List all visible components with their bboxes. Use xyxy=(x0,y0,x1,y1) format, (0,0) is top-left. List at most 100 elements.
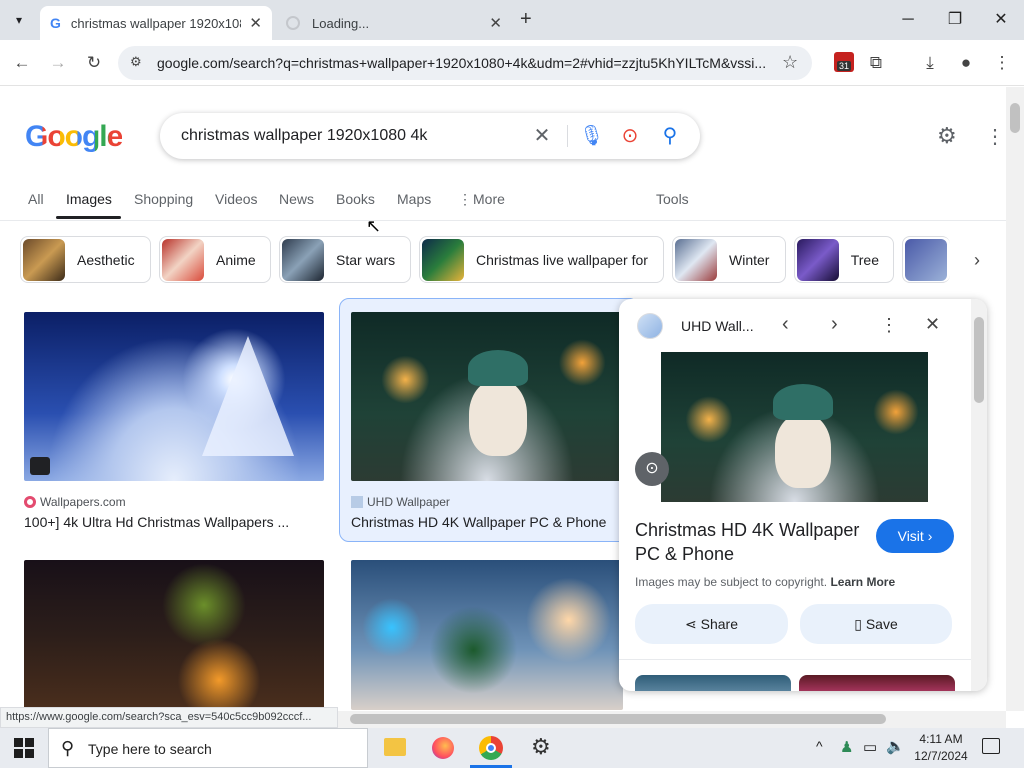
chips-next-chevron-icon[interactable]: › xyxy=(962,246,992,274)
result-title[interactable]: Christmas HD 4K Wallpaper PC & Phone xyxy=(351,514,606,530)
clock[interactable]: 4:11 AM 12/7/2024 xyxy=(910,731,972,765)
windows-start-icon[interactable] xyxy=(14,738,34,758)
snowman-body xyxy=(775,414,831,488)
page-scrollbar-thumb[interactable] xyxy=(1010,103,1020,133)
taskbar-search[interactable]: ⚲ Type here to search xyxy=(48,728,368,768)
notification-icon[interactable] xyxy=(982,738,1000,754)
close-tab-icon[interactable]: ✕ xyxy=(489,14,502,32)
search-box[interactable]: christmas wallpaper 1920x1080 4k ✕ 🎙 ⊙ ⚲ xyxy=(160,113,700,159)
tab-books[interactable]: Books xyxy=(336,191,375,207)
reload-icon[interactable]: ↻ xyxy=(82,51,106,75)
tools-button[interactable]: Tools xyxy=(656,191,689,207)
microphone-icon[interactable]: 🎙 xyxy=(579,124,604,148)
google-favicon: G xyxy=(50,15,61,31)
tab-maps[interactable]: Maps xyxy=(397,191,431,207)
result-image-fireplace-tree[interactable] xyxy=(24,560,324,710)
chip-star-wars[interactable]: Star wars xyxy=(279,236,411,283)
bookmark-star-icon[interactable]: ☆ xyxy=(782,52,798,73)
clear-search-icon[interactable]: ✕ xyxy=(530,124,554,148)
more-dots-icon[interactable]: ⋮ xyxy=(458,191,472,208)
site-info-icon[interactable]: ⚙ xyxy=(130,54,142,70)
network-icon[interactable]: ▭ xyxy=(863,738,877,756)
url-text[interactable]: google.com/search?q=christmas+wallpaper+… xyxy=(157,55,777,71)
next-chevron-icon[interactable]: › xyxy=(831,313,838,336)
close-window-icon[interactable]: ✕ xyxy=(981,8,1021,32)
chip-aesthetic[interactable]: Aesthetic xyxy=(20,236,151,283)
download-icon[interactable]: ⤓ xyxy=(918,51,942,75)
related-image[interactable] xyxy=(799,675,955,691)
network-user-icon[interactable]: ♟ xyxy=(840,738,853,756)
profile-avatar-icon[interactable]: ● xyxy=(954,51,978,75)
result-image-christmas-tree-snow[interactable] xyxy=(24,312,324,481)
chip-tree[interactable]: Tree xyxy=(794,236,894,283)
browser-toolbar: ← → ↻ ⚙ google.com/search?q=christmas+wa… xyxy=(0,40,1024,86)
tab-title: christmas wallpaper 1920x1080 xyxy=(70,15,241,31)
chip-anime[interactable]: Anime xyxy=(159,236,271,283)
lens-search-icon[interactable]: ⊙ xyxy=(635,452,669,486)
settings-gear-icon[interactable]: ⚙ xyxy=(937,123,957,149)
share-button[interactable]: ⋖ Share xyxy=(635,604,788,644)
save-button[interactable]: ▯ Save xyxy=(800,604,952,644)
tab-christmas-wallpaper[interactable]: G christmas wallpaper 1920x1080 ✕ xyxy=(40,6,272,40)
visit-button[interactable]: Visit › xyxy=(876,519,954,553)
chip-winter[interactable]: Winter xyxy=(672,236,786,283)
chip-christmas-live-wallpaper[interactable]: Christmas live wallpaper for xyxy=(419,236,664,283)
active-tab-indicator xyxy=(56,216,121,219)
tab-loading[interactable]: Loading... ✕ xyxy=(276,6,512,40)
more-options-icon[interactable]: ⋮ xyxy=(880,315,898,336)
tab-shopping[interactable]: Shopping xyxy=(134,191,193,207)
tab-news[interactable]: News xyxy=(279,191,314,207)
file-explorer-icon[interactable] xyxy=(384,738,406,756)
chip-thumbnail xyxy=(797,238,839,281)
maximize-icon[interactable]: ❐ xyxy=(935,8,975,32)
firefox-icon[interactable] xyxy=(432,737,454,759)
result-title[interactable]: 100+] 4k Ultra Hd Christmas Wallpapers .… xyxy=(24,514,289,530)
panel-divider xyxy=(619,659,971,660)
address-bar[interactable]: ⚙ google.com/search?q=christmas+wallpape… xyxy=(118,46,812,80)
back-icon[interactable]: ← xyxy=(10,51,34,75)
image-type-icon xyxy=(30,457,50,475)
google-logo[interactable]: Google xyxy=(25,120,123,154)
show-hidden-icons-chevron[interactable]: ^ xyxy=(816,738,823,754)
tab-all[interactable]: All xyxy=(28,191,44,207)
result-image-snowman[interactable] xyxy=(351,312,623,481)
chip-thumbnail xyxy=(675,238,717,281)
image-preview-panel: UHD Wall... ‹ › ⋮ ✕ ⊙ Christmas HD 4K Wa… xyxy=(619,299,987,691)
forward-icon[interactable]: → xyxy=(46,51,70,75)
extensions-puzzle-icon[interactable]: ⧉ xyxy=(864,51,888,75)
tab-search-icon[interactable]: ▾ xyxy=(8,10,30,30)
tab-more[interactable]: More xyxy=(473,191,505,207)
menu-kebab-icon[interactable]: ⋮ xyxy=(990,51,1014,75)
search-icon[interactable]: ⚲ xyxy=(658,124,682,148)
page-vertical-scrollbar[interactable] xyxy=(1006,87,1024,711)
search-icon: ⚲ xyxy=(61,738,75,758)
minimize-icon[interactable]: ─ xyxy=(888,8,928,32)
result-source[interactable]: UHD Wallpaper xyxy=(351,495,450,509)
tab-title: Loading... xyxy=(312,15,370,31)
settings-icon[interactable]: ⚙ xyxy=(531,734,551,760)
learn-more-link[interactable]: Learn More xyxy=(830,575,895,589)
horizontal-scrollbar-thumb[interactable] xyxy=(350,714,886,724)
lens-camera-icon[interactable]: ⊙ xyxy=(618,124,642,148)
tab-videos[interactable]: Videos xyxy=(215,191,258,207)
tab-images[interactable]: Images xyxy=(66,191,112,207)
chip-partial[interactable] xyxy=(902,236,950,283)
related-image[interactable] xyxy=(635,675,791,691)
share-icon: ⋖ xyxy=(685,616,697,632)
preview-image[interactable] xyxy=(661,352,928,502)
search-divider xyxy=(567,125,568,147)
panel-source-name[interactable]: UHD Wall... xyxy=(681,318,754,334)
result-image-bokeh-tree[interactable] xyxy=(351,560,623,710)
new-tab-button[interactable]: + xyxy=(520,8,540,31)
panel-title[interactable]: Christmas HD 4K Wallpaper PC & Phone xyxy=(635,518,859,566)
result-source[interactable]: Wallpapers.com xyxy=(24,495,126,509)
close-panel-icon[interactable]: ✕ xyxy=(925,314,940,335)
volume-icon[interactable]: 🔈 xyxy=(886,737,905,755)
previous-chevron-icon[interactable]: ‹ xyxy=(782,313,789,336)
panel-scrollbar-thumb[interactable] xyxy=(974,317,984,403)
calendar-extension-icon[interactable]: 31 xyxy=(834,52,854,72)
snowman-hat xyxy=(468,350,528,386)
search-query[interactable]: christmas wallpaper 1920x1080 4k xyxy=(181,127,427,145)
close-tab-icon[interactable]: ✕ xyxy=(249,14,262,32)
chrome-icon[interactable] xyxy=(479,736,503,760)
